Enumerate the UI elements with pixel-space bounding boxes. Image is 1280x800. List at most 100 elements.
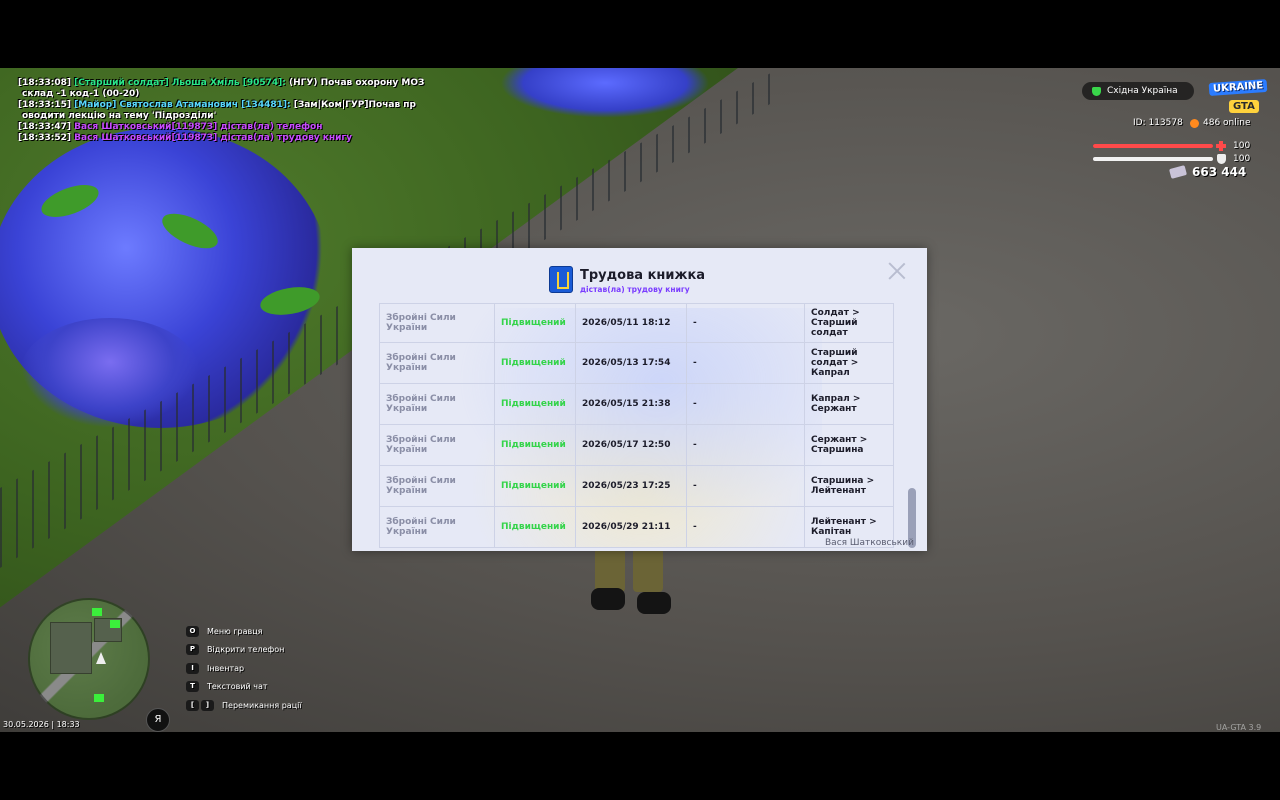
tryzub-icon xyxy=(549,266,573,293)
chat-line: склад -1 код-1 (00-20) xyxy=(18,89,458,100)
minimap xyxy=(28,598,150,720)
minimap-marker xyxy=(110,620,120,628)
letterbox-bottom xyxy=(0,732,1280,800)
armor-bar xyxy=(1093,157,1213,161)
logo-top-text: UKRAINE xyxy=(1208,78,1268,97)
chat-author: Святослав Атаманович [134481]: xyxy=(119,100,291,110)
dialog-header: Трудова книжка дістав(ла) трудову книгу xyxy=(352,266,927,296)
armor-bar-fill xyxy=(1093,157,1213,161)
microphone-icon[interactable]: Я xyxy=(146,708,170,732)
armor-value: 100 xyxy=(1233,154,1251,164)
health-bar-fill xyxy=(1093,144,1213,148)
key-cap: O xyxy=(186,625,199,637)
logo-bottom-text: GTA xyxy=(1229,100,1259,113)
money-display: 663 444 xyxy=(1168,165,1246,179)
hint-player-menu: O Меню гравця xyxy=(186,622,302,641)
cell-action: Підвищений xyxy=(494,465,576,507)
owner-name: Вася Шатковський xyxy=(825,538,914,548)
date-time: 30.05.2026 | 18:33 xyxy=(3,720,80,729)
table-row: Збройні Сили України Підвищений 2026/05/… xyxy=(379,424,894,466)
cell-unit: Збройні Сили України xyxy=(379,506,495,548)
hint-inventory: I Інвентар xyxy=(186,659,302,678)
chat-line: оводити лекцію на тему 'Підрозділи' xyxy=(18,111,458,122)
hint-label: Відкрити телефон xyxy=(207,645,285,655)
table-row: Збройні Сили України Підвищений 2026/05/… xyxy=(379,303,894,343)
player-arrow-icon xyxy=(96,652,106,664)
chat-text: оводити лекцію на тему 'Підрозділи' xyxy=(22,111,217,121)
key-hints: O Меню гравця P Відкрити телефон I Інвен… xyxy=(186,622,302,715)
armor-icon xyxy=(1217,154,1226,164)
chat-text: Вася Шатковський[119873] дістав(ла) теле… xyxy=(74,122,323,132)
money-icon xyxy=(1168,165,1188,179)
cell-date: 2026/05/29 21:11 xyxy=(575,506,687,548)
chat-time: [18:33:15] xyxy=(18,100,71,110)
cell-date: 2026/05/13 17:54 xyxy=(575,342,687,384)
chat-text: Вася Шатковський[119873] дістав(ла) труд… xyxy=(74,133,352,143)
chat-text: склад -1 код-1 (00-20) xyxy=(22,89,140,99)
hint-label: Текстовий чат xyxy=(207,682,268,692)
table-row: Збройні Сили України Підвищений 2026/05/… xyxy=(379,383,894,425)
cell-unit: Збройні Сили України xyxy=(379,383,495,425)
chat-time: [18:33:52] xyxy=(18,133,71,143)
cell-rank-change: Солдат > Старший солдат xyxy=(804,303,894,343)
online-count: 486 online xyxy=(1190,118,1251,128)
server-badge: Східна Україна xyxy=(1082,82,1194,100)
hint-text-chat: T Текстовий чат xyxy=(186,678,302,697)
chat-author: Льоша Хміль [90574]: xyxy=(171,78,286,88)
health-bar xyxy=(1093,144,1213,148)
table-row: Збройні Сили України Підвищений 2026/05/… xyxy=(379,506,894,548)
key-pair: [ ] xyxy=(186,699,214,711)
letterbox-top xyxy=(0,0,1280,68)
workbook-table: Збройні Сили України Підвищений 2026/05/… xyxy=(379,303,894,548)
server-name: Східна Україна xyxy=(1107,86,1178,96)
health-icon xyxy=(1216,141,1226,151)
cell-rank-change: Сержант > Старшина xyxy=(804,424,894,466)
cell-action: Підвищений xyxy=(494,303,576,343)
player-character xyxy=(585,548,675,618)
cell-action: Підвищений xyxy=(494,383,576,425)
chat-text: [Зам|Ком|ГУР]Почав пр xyxy=(293,100,416,110)
cell-date: 2026/05/23 17:25 xyxy=(575,465,687,507)
hint-label: Інвентар xyxy=(207,663,245,673)
minimap-marker xyxy=(94,694,104,702)
scrollbar[interactable] xyxy=(908,308,916,548)
cell-note: - xyxy=(686,424,805,466)
cell-note: - xyxy=(686,342,805,384)
cell-date: 2026/05/11 18:12 xyxy=(575,303,687,343)
hint-label: Перемикання рації xyxy=(222,700,302,710)
chat-time: [18:33:47] xyxy=(18,122,71,132)
player-id: ID: 113578 xyxy=(1133,118,1183,128)
hint-label: Меню гравця xyxy=(207,626,263,636)
key-cap: P xyxy=(186,644,199,656)
online-icon xyxy=(1190,118,1199,128)
dialog-title: Трудова книжка xyxy=(580,268,706,283)
chat-rank: [Старший солдат] xyxy=(74,78,169,88)
player-boot xyxy=(591,588,625,610)
cell-action: Підвищений xyxy=(494,342,576,384)
cell-action: Підвищений xyxy=(494,424,576,466)
dialog-subtitle: дістав(ла) трудову книгу xyxy=(580,285,690,294)
chat-line: [18:33:08] [Старший солдат] Льоша Хміль … xyxy=(18,78,458,89)
workbook-dialog: Трудова книжка дістав(ла) трудову книгу … xyxy=(352,248,927,551)
hint-radio: [ ] Перемикання рації xyxy=(186,696,302,715)
shield-icon xyxy=(1092,86,1101,96)
cell-action: Підвищений xyxy=(494,506,576,548)
chat-rank: [Майор] xyxy=(74,100,117,110)
workbook-table-container[interactable]: Збройні Сили України Підвищений 2026/05/… xyxy=(379,303,894,551)
key-cap: ] xyxy=(201,699,214,711)
cell-rank-change: Капрал > Сержант xyxy=(804,383,894,425)
cell-unit: Збройні Сили України xyxy=(379,424,495,466)
health-value: 100 xyxy=(1233,141,1251,151)
cell-unit: Збройні Сили України xyxy=(379,303,495,343)
chat-time: [18:33:08] xyxy=(18,78,71,88)
version-label: UA-GTA 3.9 xyxy=(1216,723,1262,732)
player-leg xyxy=(633,548,663,592)
cell-note: - xyxy=(686,303,805,343)
chat-line: [18:33:47] Вася Шатковський[119873] діст… xyxy=(18,122,458,133)
cell-unit: Збройні Сили України xyxy=(379,465,495,507)
chat-line: [18:33:52] Вася Шатковський[119873] діст… xyxy=(18,133,458,144)
chat-text: (НГУ) Почав охорону МОЗ xyxy=(289,78,425,88)
key-cap: I xyxy=(186,662,199,674)
cell-date: 2026/05/15 21:38 xyxy=(575,383,687,425)
close-button[interactable] xyxy=(888,262,906,280)
